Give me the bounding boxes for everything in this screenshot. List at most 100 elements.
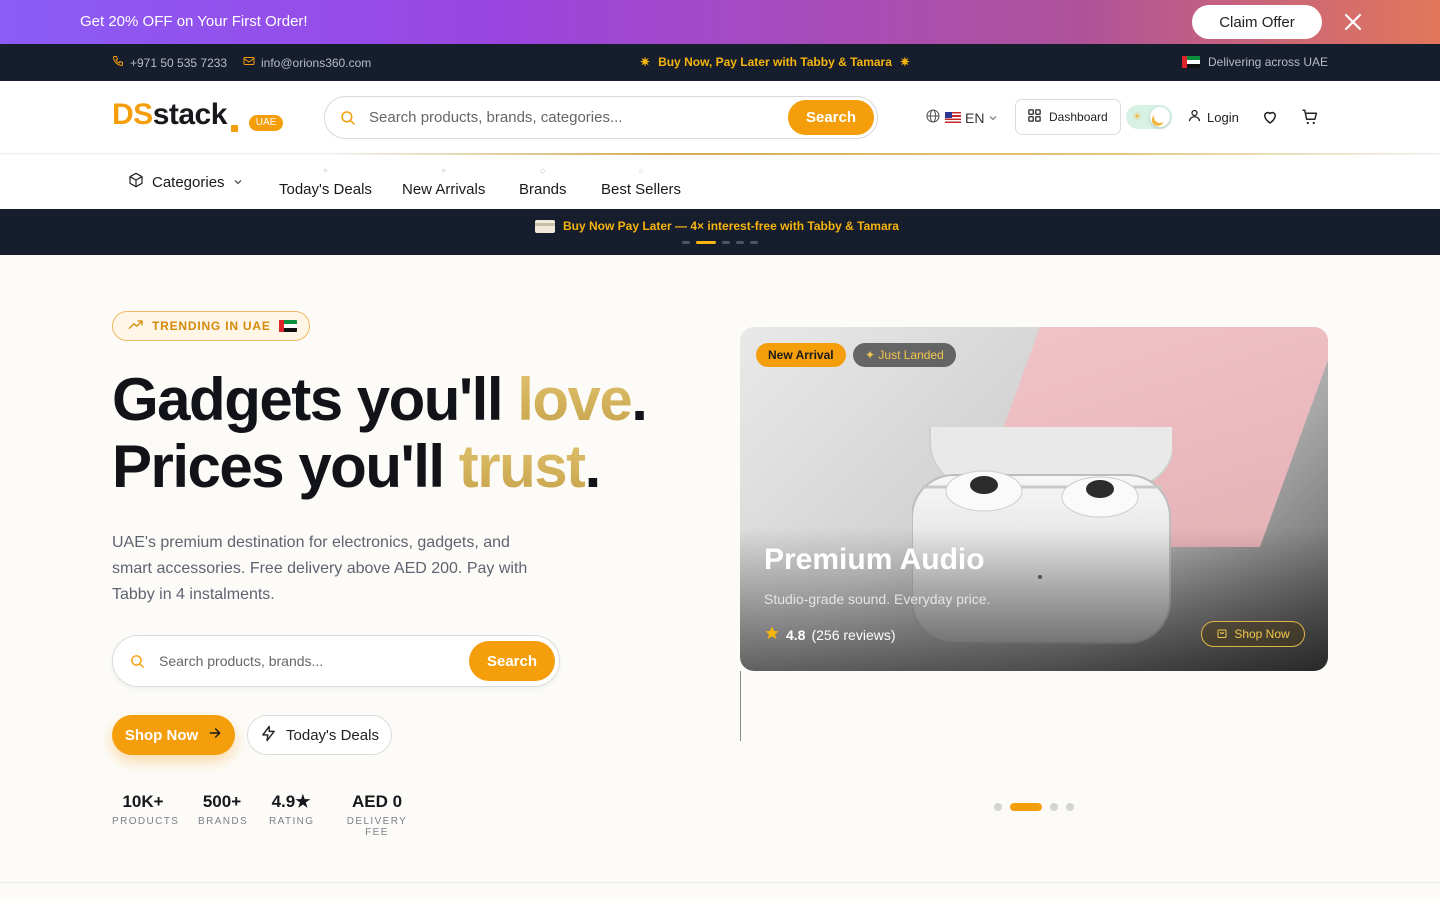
just-landed-tag: ✦ Just Landed: [853, 343, 956, 367]
stat-brands: 500+ BRANDS: [198, 792, 249, 827]
headline-text: Prices you'll: [112, 433, 459, 500]
stat-label: RATING: [269, 816, 315, 827]
bnpl-announcement: ✷ Buy Now, Pay Later with Tabby & Tamara…: [640, 55, 910, 69]
slide-title: Premium Audio: [764, 543, 985, 576]
sparkle-icon: ✧: [440, 168, 447, 175]
stat-label: BRANDS: [198, 816, 249, 827]
credit-card-icon: [535, 219, 555, 233]
close-icon[interactable]: [1342, 11, 1364, 33]
slide-divider: [740, 671, 741, 741]
login-label: Login: [1207, 109, 1239, 125]
todays-deals-label: Today's Deals: [286, 726, 379, 744]
hero-carousel-dot[interactable]: [994, 803, 1002, 811]
bnpl-carousel-dot[interactable]: [682, 241, 690, 244]
bnpl-carousel-dot[interactable]: [750, 241, 758, 244]
moon-icon: [1150, 107, 1170, 127]
headline-highlight: trust: [458, 433, 586, 500]
hero-description: UAE's premium destination for electronic…: [112, 534, 528, 603]
rating-value: 4.8: [786, 626, 806, 643]
nav-brands[interactable]: ◇ Brands: [519, 168, 567, 198]
stat-products: 10K+ PRODUCTS: [112, 792, 180, 827]
nav-item-label: Today's Deals: [279, 181, 372, 198]
main-nav: Categories ✧ Today's Deals ✧ New Arrival…: [0, 155, 1440, 209]
logo[interactable]: DSstack: [112, 98, 227, 132]
stat-value: 4.9★: [271, 792, 311, 811]
stat-rating: 4.9★ RATING: [269, 792, 313, 827]
section-divider: [0, 882, 1440, 883]
hero-carousel-dot[interactable]: [1010, 803, 1042, 811]
bnpl-carousel-dot[interactable]: [736, 241, 744, 244]
headline-line-2: Prices you'll trust.: [112, 433, 602, 500]
bnpl-carousel-dot[interactable]: [722, 241, 730, 244]
stat-value: 500+: [202, 792, 242, 811]
hero-slide-card[interactable]: New Arrival ✦ Just Landed Premium Audio …: [740, 327, 1328, 671]
region-badge: UAE: [249, 115, 283, 131]
search-input[interactable]: [369, 105, 779, 129]
hero-headline: Gadgets you'll love. Prices you'll trust…: [112, 366, 648, 500]
delivery-region-text: Delivering across UAE: [1208, 55, 1329, 69]
uae-flag-icon: [1182, 56, 1200, 68]
logo-dot: [231, 125, 238, 132]
globe-icon: [925, 108, 941, 127]
uae-flag-icon: [278, 320, 297, 332]
logo-stack: stack: [152, 98, 228, 131]
stat-delivery-fee: AED 0 DELIVERY FEE: [336, 792, 418, 838]
stat-label: DELIVERY FEE: [346, 816, 408, 838]
nav-todays-deals[interactable]: ✧ Today's Deals: [279, 168, 372, 198]
heart-icon[interactable]: [1261, 108, 1279, 131]
email-address: info@orions360.com: [261, 55, 372, 70]
dashboard-button[interactable]: Dashboard: [1015, 99, 1121, 135]
bnpl-carousel-dot[interactable]: [696, 241, 716, 244]
headline-period: .: [584, 433, 602, 500]
trending-up-icon: [128, 319, 144, 334]
bnpl-banner: Buy Now Pay Later — 4× interest-free wit…: [0, 209, 1440, 255]
nav-best-sellers[interactable]: ☆ Best Sellers: [601, 168, 682, 198]
shopping-bag-icon: [1216, 627, 1228, 642]
promo-text: Get 20% OFF on Your First Order!: [80, 13, 308, 30]
nav-new-arrivals[interactable]: ✧ New Arrivals: [402, 168, 486, 198]
logo-ds: DS: [112, 98, 153, 131]
categories-menu[interactable]: Categories: [128, 172, 243, 192]
categories-label: Categories: [152, 173, 225, 191]
language-selector[interactable]: EN: [925, 108, 998, 127]
shop-now-label: Shop Now: [124, 726, 199, 744]
nav-item-label: Best Sellers: [601, 181, 682, 198]
headline-text: Gadgets you'll: [112, 366, 518, 433]
slide-shop-now-button[interactable]: Shop Now: [1201, 621, 1305, 647]
slide-rating: 4.8 (256 reviews): [764, 625, 896, 644]
claim-offer-button[interactable]: Claim Offer: [1192, 5, 1322, 39]
stat-label: PRODUCTS: [112, 816, 180, 827]
bnpl-announcement-text: Buy Now, Pay Later with Tabby & Tamara: [658, 55, 892, 69]
contact-email[interactable]: info@orions360.com: [243, 55, 371, 70]
hero-search-button[interactable]: Search: [469, 641, 555, 681]
slide-subtitle: Studio-grade sound. Everyday price.: [764, 591, 991, 607]
search-icon: [129, 653, 146, 675]
search-button[interactable]: Search: [788, 100, 874, 135]
shop-now-button[interactable]: Shop Now: [112, 715, 235, 755]
info-bar: +971 50 535 7233 info@orions360.com ✷ Bu…: [0, 44, 1440, 81]
search-icon: [339, 109, 357, 132]
trending-badge: TRENDING IN UAE: [112, 311, 310, 341]
lightning-icon: [260, 725, 277, 746]
contact-phone[interactable]: +971 50 535 7233: [112, 55, 227, 70]
delivery-region: Delivering across UAE: [1182, 55, 1328, 69]
theme-toggle[interactable]: ☀: [1126, 105, 1172, 129]
user-icon: [1187, 108, 1202, 126]
cart-icon[interactable]: [1301, 108, 1319, 131]
star-icon: ☆: [637, 168, 645, 175]
todays-deals-button[interactable]: Today's Deals: [247, 715, 392, 755]
login-link[interactable]: Login: [1187, 108, 1239, 126]
bnpl-message-text: Buy Now Pay Later — 4× interest-free wit…: [563, 219, 899, 233]
phone-icon: [112, 55, 124, 70]
hero-search-input[interactable]: [159, 649, 459, 673]
headline-period: .: [631, 366, 648, 433]
phone-number: +971 50 535 7233: [130, 55, 228, 70]
hero-carousel-dot[interactable]: [1066, 803, 1074, 811]
nav-item-label: Brands: [519, 181, 567, 198]
hero-carousel-dot[interactable]: [1050, 803, 1058, 811]
sparkle-icon: ✧: [322, 168, 329, 175]
headline-highlight: love: [517, 366, 633, 433]
slide-shop-label: Shop Now: [1234, 627, 1290, 641]
nav-item-label: New Arrivals: [402, 181, 486, 198]
hero-carousel-dots: [994, 803, 1074, 811]
